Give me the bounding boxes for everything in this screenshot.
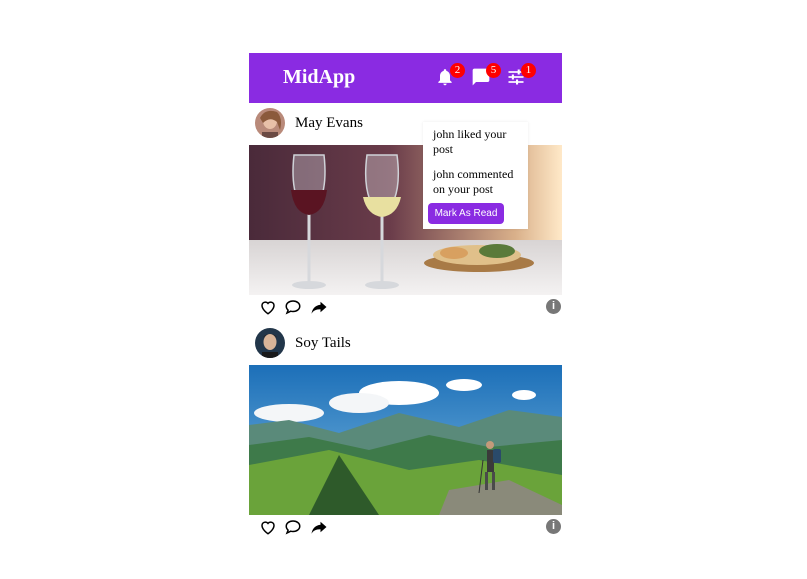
avatar[interactable] <box>255 108 285 138</box>
info-icon[interactable]: i <box>546 519 561 534</box>
notifications-button[interactable]: 2 <box>435 63 465 89</box>
heart-icon[interactable] <box>259 298 277 316</box>
messages-badge: 5 <box>486 63 501 78</box>
post-username[interactable]: May Evans <box>295 115 363 132</box>
share-icon[interactable] <box>310 518 328 536</box>
share-icon[interactable] <box>310 298 328 316</box>
post-actions: i <box>249 295 562 319</box>
notifications-badge: 2 <box>450 63 465 78</box>
post-username[interactable]: Soy Tails <box>295 335 351 352</box>
mark-as-read-button[interactable]: Mark As Read <box>428 203 504 224</box>
post-actions: i <box>249 515 562 539</box>
notification-item[interactable]: john liked your post <box>433 127 523 157</box>
post-image <box>249 365 562 515</box>
comment-icon[interactable] <box>284 298 302 316</box>
post-card: Soy Tails i <box>249 323 562 539</box>
settings-button[interactable]: 1 <box>506 63 536 89</box>
app-logo: MidApp <box>283 66 356 88</box>
post-header: Soy Tails <box>249 323 562 365</box>
info-icon[interactable]: i <box>546 299 561 314</box>
settings-badge: 1 <box>521 63 536 78</box>
notification-item[interactable]: john commented on your post <box>433 167 523 197</box>
navbar: MidApp 2 5 1 <box>249 53 562 103</box>
messages-button[interactable]: 5 <box>471 63 501 89</box>
comment-icon[interactable] <box>284 518 302 536</box>
heart-icon[interactable] <box>259 518 277 536</box>
notifications-dropdown: john liked your post john commented on y… <box>423 122 528 229</box>
avatar[interactable] <box>255 328 285 358</box>
